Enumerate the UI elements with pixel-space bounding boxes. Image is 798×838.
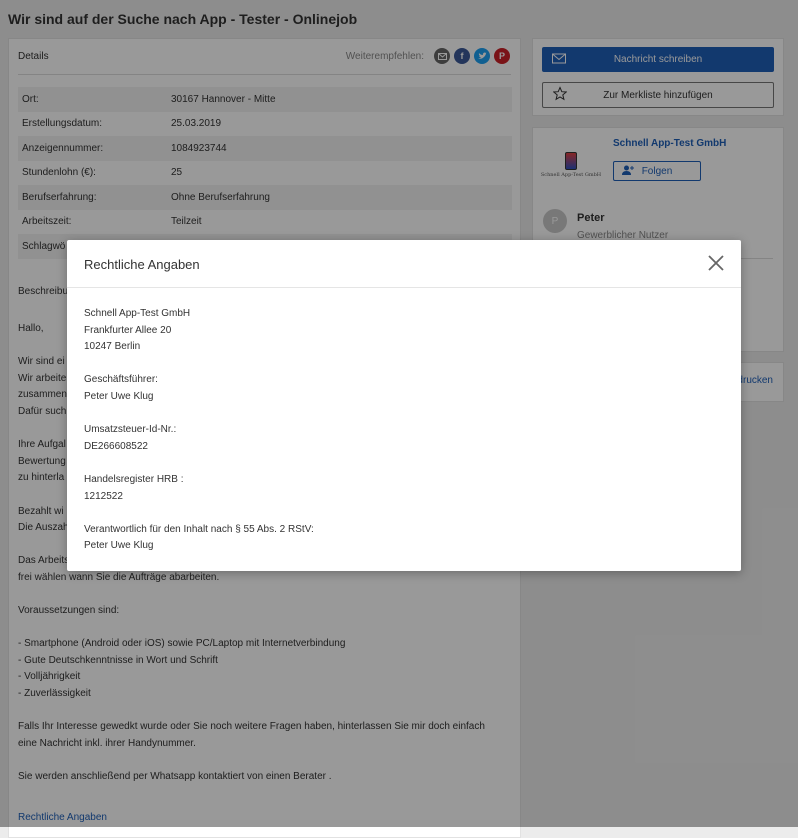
- text-line: Peter Uwe Klug: [84, 540, 154, 552]
- text-line: Frankfurter Allee 20: [84, 324, 172, 336]
- modal-body: Schnell App-Test GmbH Frankfurter Allee 2…: [84, 306, 314, 555]
- text-line: DE266608522: [84, 440, 148, 452]
- text-line: 1212522: [84, 490, 123, 502]
- text-line: Umsatzsteuer-Id-Nr.:: [84, 424, 177, 436]
- modal-divider: [67, 287, 741, 288]
- close-icon[interactable]: [707, 254, 725, 272]
- text-line: 10247 Berlin: [84, 341, 141, 353]
- legal-info-modal: Rechtliche Angaben Schnell App-Test GmbH…: [67, 240, 741, 571]
- text-line: Peter Uwe Klug: [84, 390, 154, 402]
- text-line: Handelsregister HRB :: [84, 473, 184, 485]
- text-line: Verantwortlich für den Inhalt nach § 55 …: [84, 523, 314, 535]
- text-line: Geschäftsführer:: [84, 374, 158, 386]
- text-line: Schnell App-Test GmbH: [84, 308, 191, 319]
- modal-title: Rechtliche Angaben: [84, 257, 200, 272]
